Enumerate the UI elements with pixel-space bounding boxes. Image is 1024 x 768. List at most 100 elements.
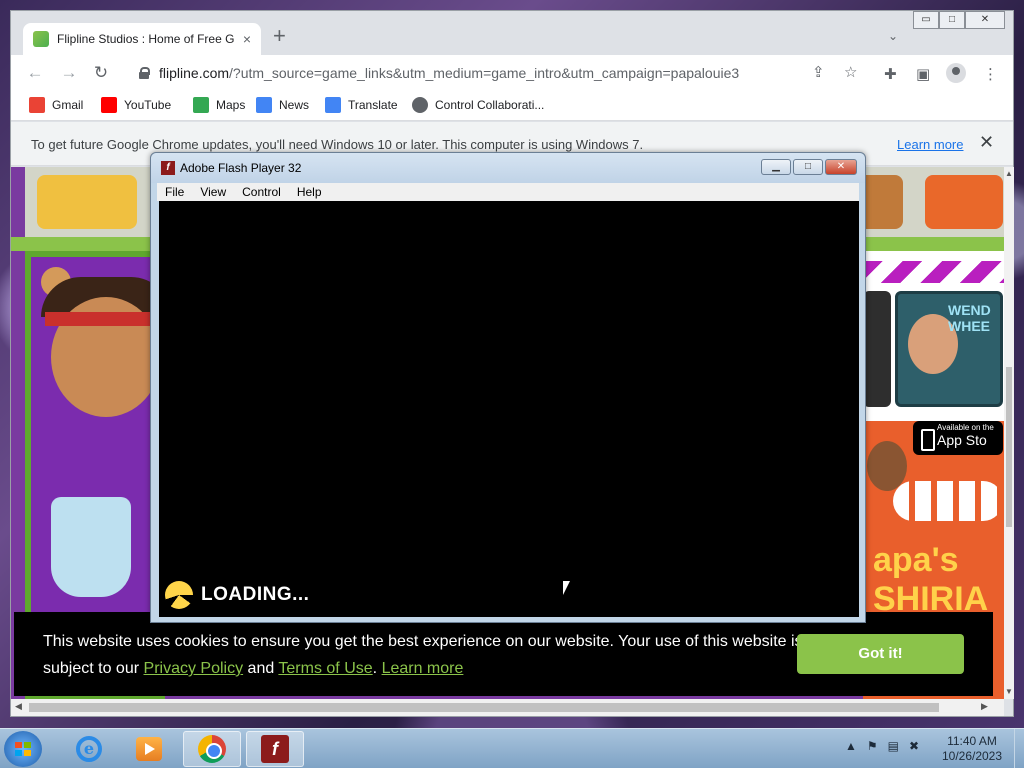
menu-view[interactable]: View (192, 183, 234, 201)
horizontal-scrollbar[interactable]: ◀ ▶ (11, 699, 1004, 716)
game-thumb-boards[interactable] (863, 291, 891, 407)
address-bar[interactable]: flipline.com/?utm_source=game_links&utm_… (125, 58, 883, 88)
youtube-icon (101, 97, 117, 113)
media-player-icon (136, 737, 162, 761)
bookmark-maps[interactable]: Maps (193, 97, 245, 113)
bookmarks-bar: Gmail YouTube Maps News Translate Contro… (11, 91, 1013, 121)
browser-tab[interactable]: Flipline Studios : Home of Free G × (23, 23, 261, 55)
loading-spinner-icon (165, 581, 193, 609)
bookmark-news[interactable]: News (256, 97, 309, 113)
menu-help[interactable]: Help (289, 183, 330, 201)
taskbar-internet-explorer[interactable]: e (60, 731, 118, 767)
sushi-illustration (893, 481, 1003, 521)
tab-close-button[interactable]: × (243, 31, 251, 47)
scroll-down-arrow-icon[interactable]: ▼ (1005, 687, 1013, 696)
maps-icon (193, 97, 209, 113)
flash-close-button[interactable]: ✕ (825, 159, 857, 175)
app-store-badge[interactable]: Available on the App Sto (913, 421, 1003, 455)
start-button[interactable] (4, 731, 42, 767)
hscroll-thumb[interactable] (29, 703, 939, 712)
flash-minimize-button[interactable]: ▁ (761, 159, 791, 175)
infobar-learn-more-link[interactable]: Learn more (897, 137, 963, 152)
flash-menu-bar: File View Control Help (157, 183, 859, 201)
tab-search-button[interactable]: ⌄ (888, 29, 898, 43)
tab-strip: Flipline Studios : Home of Free G × + ⌄ … (11, 11, 1013, 55)
scroll-thumb[interactable] (1006, 367, 1012, 527)
scroll-up-arrow-icon[interactable]: ▲ (1005, 169, 1013, 178)
cookie-learn-more-link[interactable]: Learn more (382, 660, 464, 677)
share-icon[interactable]: ⇪ (812, 63, 825, 81)
side-panel-icon[interactable]: ▣ (916, 65, 930, 83)
back-arrow-icon[interactable]: ← (25, 63, 45, 83)
scroll-left-arrow-icon[interactable]: ◀ (15, 701, 22, 712)
taskbar-chrome[interactable] (183, 731, 241, 767)
striped-divider (863, 261, 1004, 283)
gmail-icon (29, 97, 45, 113)
url-text: flipline.com/?utm_source=game_links&utm_… (159, 65, 740, 81)
loading-text: LOADING... (201, 584, 310, 605)
flash-logo-icon: f (161, 161, 175, 175)
bookmark-youtube[interactable]: YouTube (101, 97, 171, 113)
game-thumb-chef[interactable] (925, 175, 1003, 229)
internet-explorer-icon: e (76, 736, 102, 762)
got-it-button[interactable]: Got it! (797, 634, 964, 674)
minimize-button[interactable]: ▭ (913, 11, 939, 29)
bookmark-gmail[interactable]: Gmail (29, 97, 83, 113)
browser-toolbar: ← → ↻ flipline.com/?utm_source=game_link… (11, 55, 1013, 91)
privacy-policy-link[interactable]: Privacy Policy (144, 660, 244, 677)
scroll-right-arrow-icon[interactable]: ▶ (981, 701, 988, 712)
taskbar-media-player[interactable] (120, 731, 178, 767)
profile-avatar-icon[interactable] (946, 63, 966, 83)
game-thumb-title: WEND WHEE (948, 302, 991, 334)
translate-icon (325, 97, 341, 113)
close-button[interactable]: ✕ (965, 11, 1005, 29)
menu-control[interactable]: Control (234, 183, 289, 201)
lock-icon (139, 67, 150, 79)
tab-title: Flipline Studios : Home of Free G (57, 32, 235, 46)
chrome-icon (198, 735, 226, 763)
tray-expand-icon[interactable]: ▲ (845, 739, 857, 753)
sushiria-logo: apa's SHIRIA (873, 541, 989, 618)
show-desktop-button[interactable] (1014, 729, 1024, 768)
flash-window-controls: ▁ □ ✕ (761, 159, 857, 175)
control-collaboration-icon (412, 97, 428, 113)
game-thumb-wheelers[interactable]: WEND WHEE (895, 291, 1003, 407)
flash-maximize-button[interactable]: □ (793, 159, 823, 175)
cookie-consent-bar: This website uses cookies to ensure you … (14, 612, 993, 696)
bookmark-control-collaboration[interactable]: Control Collaborati... (412, 97, 544, 113)
network-icon[interactable]: ▤ (888, 739, 899, 753)
mouse-cursor-icon (563, 581, 577, 595)
volume-muted-icon[interactable]: ✖ (909, 739, 919, 753)
system-tray: ▲ ⚑ ▤ ✖ (845, 739, 919, 753)
taskbar-flash-player[interactable]: f (246, 731, 304, 767)
cookie-message: This website uses cookies to ensure you … (43, 633, 803, 677)
clock[interactable]: 11:40 AM 10/26/2023 (930, 734, 1014, 764)
bookmark-translate[interactable]: Translate (325, 97, 398, 113)
new-tab-button[interactable]: + (273, 25, 286, 47)
vertical-scrollbar[interactable]: ▲ ▼ (1004, 167, 1014, 699)
action-center-flag-icon[interactable]: ⚑ (867, 739, 878, 753)
game-thumb-pancakes[interactable] (37, 175, 137, 229)
flash-stage[interactable]: LOADING... (159, 201, 859, 617)
windows-taskbar: e f ▲ ⚑ ▤ ✖ 11:40 AM 10/26/2023 (0, 728, 1024, 768)
forward-arrow-icon[interactable]: → (59, 63, 79, 83)
infobar-close-icon[interactable]: ✕ (979, 132, 994, 153)
menu-file[interactable]: File (157, 183, 192, 201)
bookmark-star-icon[interactable]: ☆ (844, 63, 857, 81)
loading-indicator: LOADING... (165, 581, 309, 609)
milkshake-illustration (51, 497, 131, 597)
news-icon (256, 97, 272, 113)
menu-kebab-icon[interactable]: ⋮ (983, 65, 998, 83)
reload-icon[interactable]: ↻ (91, 63, 111, 83)
clock-time: 11:40 AM (947, 734, 997, 748)
flipline-favicon-icon (33, 31, 49, 47)
clock-date: 10/26/2023 (941, 749, 1003, 763)
extensions-puzzle-icon[interactable]: ✚ (884, 65, 897, 83)
window-controls: ▭ □ ✕ (913, 11, 1005, 29)
flash-title-bar[interactable]: f Adobe Flash Player 32 ▁ □ ✕ (151, 153, 865, 183)
flash-player-window: f Adobe Flash Player 32 ▁ □ ✕ File View … (150, 152, 866, 623)
terms-of-use-link[interactable]: Terms of Use (278, 660, 372, 677)
flash-player-icon: f (261, 735, 289, 763)
maximize-button[interactable]: □ (939, 11, 965, 29)
infobar-message: To get future Google Chrome updates, you… (31, 137, 644, 152)
